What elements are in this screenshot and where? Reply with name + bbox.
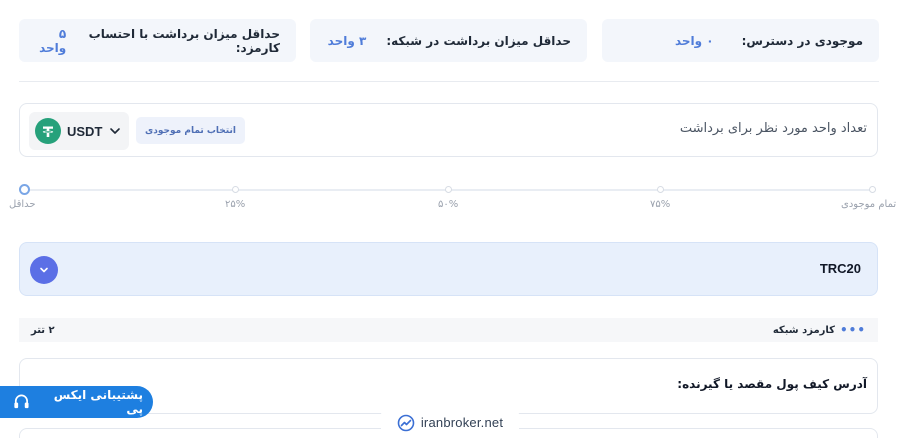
support-button[interactable]: پشتیبانی ایکس پی <box>0 386 153 418</box>
slider-tick-75: ۷۵% <box>650 199 671 210</box>
available-balance-label: موجودی در دسترس: <box>741 33 863 48</box>
network-selector[interactable]: TRC20 <box>19 242 878 296</box>
available-balance-card: موجودی در دسترس: ۰ واحد <box>602 19 879 62</box>
withdraw-amount-input[interactable]: تعداد واحد مورد نظر برای برداشت انتخاب ت… <box>19 103 878 157</box>
select-all-balance-button[interactable]: انتخاب تمام موجودی <box>136 117 245 144</box>
available-balance-value: ۰ واحد <box>674 33 714 48</box>
min-withdraw-with-fee-value: ۵ واحد <box>39 26 67 55</box>
withdraw-limits-row: موجودی در دسترس: ۰ واحد حداقل میزان بردا… <box>19 19 879 62</box>
slider-step-25[interactable] <box>232 186 239 193</box>
slider-tick-min: حداقل <box>9 199 36 210</box>
network-fee-label: کارمزد شبکه <box>772 324 835 336</box>
network-min-withdraw-value: ۳ واحد <box>327 33 367 48</box>
network-min-withdraw-label: حداقل میزان برداشت در شبکه: <box>386 33 571 48</box>
slider-tick-all: تمام موجودی <box>841 199 897 210</box>
network-toggle-button[interactable] <box>30 256 58 284</box>
section-divider <box>19 81 879 82</box>
min-withdraw-with-fee-card: حداقل میزان برداشت با احتساب کارمزد: ۵ و… <box>19 19 296 62</box>
slider-tick-25: ۲۵% <box>225 199 246 210</box>
coin-selector[interactable]: USDT <box>29 112 129 150</box>
coin-name: USDT <box>67 123 103 139</box>
chevron-down-icon <box>40 267 48 273</box>
destination-address-label: آدرس کیف پول مقصد یا گیرنده: <box>677 377 867 391</box>
slider-step-100[interactable] <box>869 186 876 193</box>
network-name: TRC20 <box>819 261 861 276</box>
amount-percent-slider[interactable]: حداقل ۲۵% ۵۰% ۷۵% تمام موجودی <box>9 183 896 213</box>
network-fee-value: ۲ تتر <box>31 324 55 336</box>
chart-logo-icon <box>397 414 415 431</box>
network-fee-row: ••• کارمزد شبکه ۲ تتر <box>19 318 878 342</box>
network-fee-label-group: ••• کارمزد شبکه <box>773 323 866 337</box>
chevron-down-icon <box>110 128 121 134</box>
slider-step-50[interactable] <box>445 186 452 193</box>
slider-tick-50: ۵۰% <box>438 199 459 210</box>
network-min-withdraw-card: حداقل میزان برداشت در شبکه: ۳ واحد <box>310 19 587 62</box>
support-label: پشتیبانی ایکس پی <box>53 388 143 416</box>
watermark-text: iranbroker.net <box>420 415 504 430</box>
min-withdraw-with-fee-label: حداقل میزان برداشت با احتساب کارمزد: <box>88 26 280 55</box>
slider-handle[interactable] <box>19 184 30 195</box>
more-dots-icon: ••• <box>839 323 866 337</box>
headset-icon <box>14 394 29 409</box>
slider-step-75[interactable] <box>657 186 664 193</box>
withdraw-amount-placeholder: تعداد واحد مورد نظر برای برداشت <box>679 121 867 136</box>
watermark: iranbroker.net <box>381 407 519 438</box>
tether-icon <box>35 118 61 144</box>
